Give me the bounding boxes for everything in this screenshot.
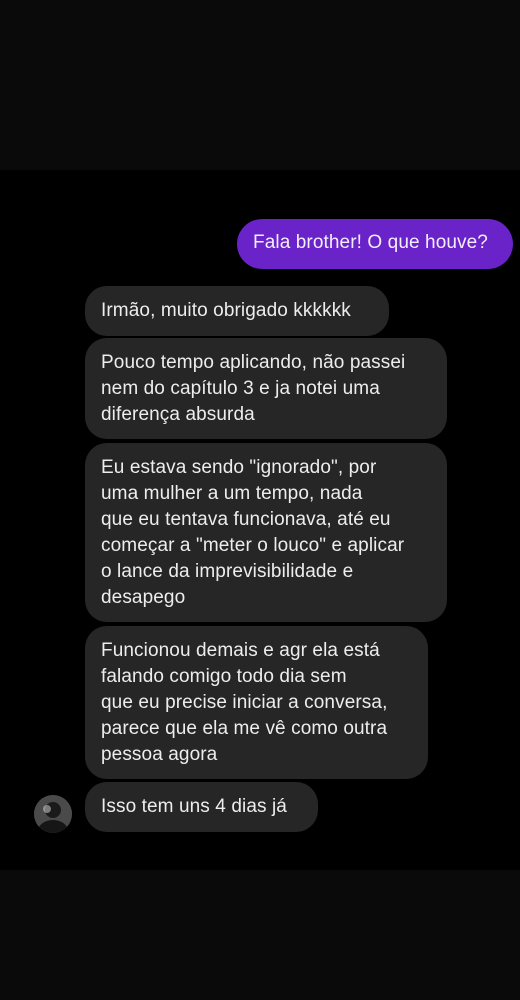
message-bubble-incoming[interactable]: Funcionou demais e agr ela está falando … <box>85 626 428 779</box>
contact-avatar[interactable] <box>34 795 72 833</box>
message-bubble-incoming[interactable]: Pouco tempo aplicando, não passei nem do… <box>85 338 447 439</box>
avatar-photo-icon <box>34 795 72 833</box>
message-bubble-incoming[interactable]: Eu estava sendo "ignorado", por uma mulh… <box>85 443 447 622</box>
top-bar-area <box>0 0 520 170</box>
message-bubble-incoming[interactable]: Isso tem uns 4 dias já <box>85 782 318 832</box>
bottom-bar-area <box>0 870 520 1000</box>
message-bubble-incoming[interactable]: Irmão, muito obrigado kkkkkk <box>85 286 389 336</box>
message-bubble-outgoing[interactable]: Fala brother! O que houve? <box>237 219 513 269</box>
